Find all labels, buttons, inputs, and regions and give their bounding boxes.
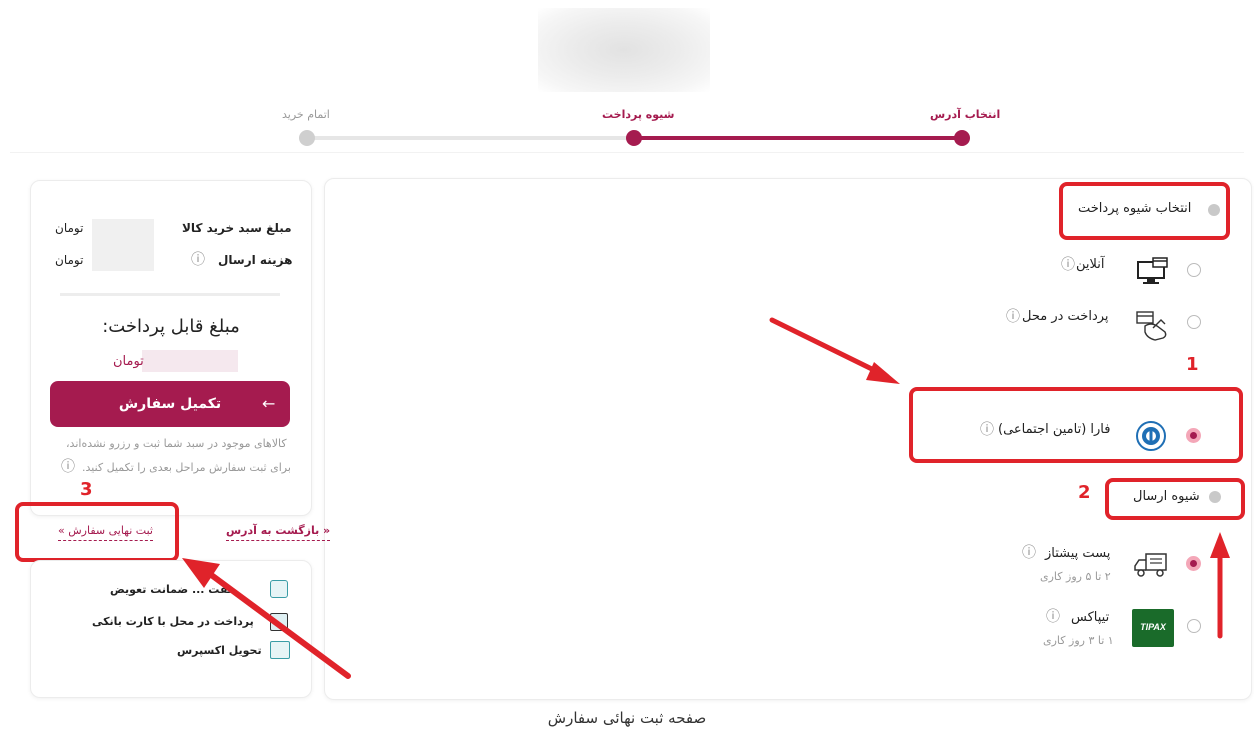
payment-cod-label[interactable]: پرداخت در محل (1022, 309, 1109, 324)
annotation-arrow-2 (1210, 532, 1230, 639)
shipping-post-duration: ۲ تا ۵ روز کاری (1040, 570, 1111, 583)
annotation-arrow-3 (182, 558, 351, 679)
annotation-number-3: 3 (80, 479, 93, 500)
payment-online-label[interactable]: آنلاین (1076, 257, 1105, 272)
summary-divider (60, 293, 280, 296)
annotation-number-1: 1 (1186, 354, 1199, 375)
price-values-blurred (92, 219, 154, 271)
step-label-address: انتخاب آدرس (930, 108, 1001, 121)
tipax-logo-text: TIPAX (1140, 622, 1166, 632)
payment-fara-radio[interactable] (1186, 428, 1201, 443)
cart-total-label: مبلغ سبد خرید کالا (182, 221, 292, 235)
payment-fara-info-icon[interactable]: ⓘ (980, 419, 994, 439)
stepper-divider (10, 152, 1244, 153)
stepper-progress (634, 136, 966, 140)
step-dot-finish (299, 130, 315, 146)
shipping-cost-info-icon[interactable]: ⓘ (191, 249, 205, 269)
payable-amount-blurred (142, 350, 238, 372)
reserve-note-info-icon[interactable]: ⓘ (61, 456, 75, 476)
shipping-section-bullet (1209, 491, 1221, 503)
step-dot-payment (626, 130, 642, 146)
step-dot-address (954, 130, 970, 146)
truck-icon (1132, 548, 1172, 580)
monitor-card-icon (1135, 256, 1171, 286)
annotation-box-final-link (15, 502, 179, 562)
payment-online-radio[interactable] (1187, 263, 1201, 277)
shipping-section-title: شیوه ارسال (1133, 489, 1200, 504)
cart-total-currency: تومان (55, 221, 84, 235)
shipping-tipax-label[interactable]: تیپاکس (1071, 610, 1109, 625)
payable-currency: تومان (113, 354, 144, 369)
tipax-logo-icon: TIPAX (1132, 609, 1174, 647)
complete-order-label: تکمیل سفارش (118, 396, 222, 412)
arrow-left-icon: ← (262, 394, 276, 413)
annotation-number-2: 2 (1078, 482, 1091, 503)
reserve-note-line2: برای ثبت سفارش مراحل بعدی را تکمیل کنید. (82, 461, 291, 474)
shipping-post-info-icon[interactable]: ⓘ (1022, 542, 1036, 562)
tamin-logo-icon (1135, 420, 1167, 452)
step-label-finish: اتمام خرید (282, 108, 330, 121)
figure-caption: صفحه ثبت نهائی سفارش (0, 708, 1254, 727)
payment-fara-label[interactable]: فارا (تامین اجتماعی) (998, 422, 1110, 437)
shipping-cost-currency: تومان (55, 253, 84, 267)
hand-card-icon (1133, 306, 1171, 344)
shipping-tipax-duration: ۱ تا ۳ روز کاری (1043, 634, 1114, 647)
caption-text: صفحه ثبت نهائی سفارش (547, 709, 707, 727)
payment-online-info-icon[interactable]: ⓘ (1061, 254, 1075, 274)
shipping-post-label[interactable]: پست پیشتاز (1045, 546, 1110, 561)
payment-cod-radio[interactable] (1187, 315, 1201, 329)
payment-cod-info-icon[interactable]: ⓘ (1006, 306, 1020, 326)
shipping-cost-label: هزینه ارسال (218, 253, 293, 267)
back-to-address-link[interactable]: « بازگشت به آدرس (226, 524, 331, 541)
reserve-note-line1: کالاهای موجود در سبد شما ثبت و رزرو نشده… (66, 437, 287, 450)
shipping-post-radio[interactable] (1186, 556, 1201, 571)
shipping-tipax-radio[interactable] (1187, 619, 1201, 633)
annotation-arrow-1 (769, 317, 900, 384)
step-label-payment: شیوه پرداخت (602, 108, 675, 121)
annotation-box-payment-title (1059, 182, 1230, 240)
site-logo (538, 8, 710, 92)
complete-order-button[interactable]: تکمیل سفارش (50, 381, 290, 427)
shipping-tipax-info-icon[interactable]: ⓘ (1046, 606, 1060, 626)
payable-title: مبلغ قابل پرداخت: (102, 316, 240, 337)
